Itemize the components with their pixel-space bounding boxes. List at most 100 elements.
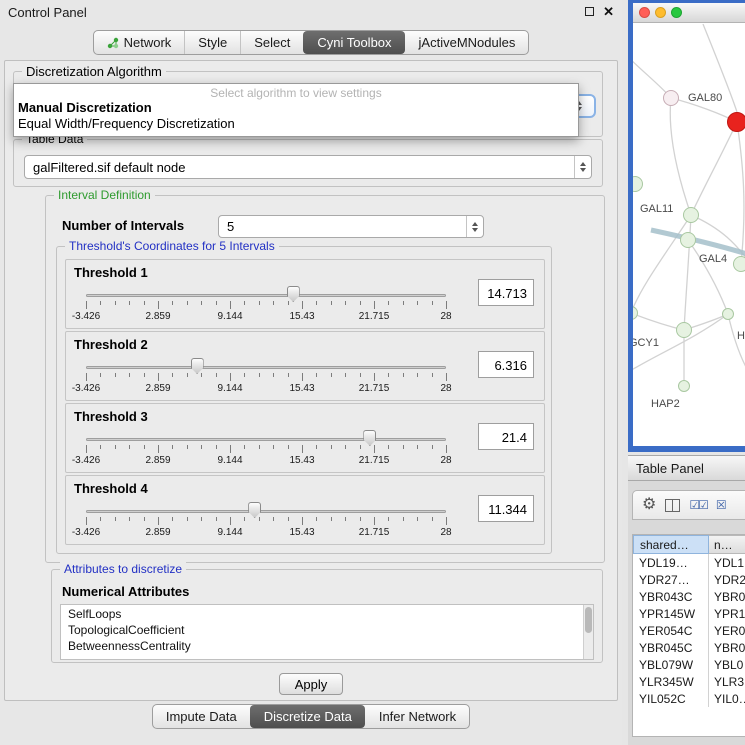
table-data-combo[interactable]: galFiltered.sif default node [24,155,592,179]
cell-shared-name[interactable]: YDR27… [633,571,709,588]
cyni-toolbox-panel: Discretization Algorithm Select algorith… [4,60,618,701]
cell-name[interactable]: YLR3… [709,673,745,690]
float-window-icon[interactable] [585,7,594,16]
tab-impute-data[interactable]: Impute Data [153,705,250,728]
tab-jactivemodules[interactable]: jActiveMNodules [405,31,529,54]
tab-discretize-data[interactable]: Discretize Data [250,705,365,728]
tick-mark [360,373,361,377]
network-titlebar[interactable] [633,3,745,23]
attribute-list-item[interactable]: SelfLoops [61,606,583,622]
network-node[interactable] [663,90,679,106]
tab-cyni-toolbox[interactable]: Cyni Toolbox [303,31,404,54]
cell-shared-name[interactable]: YBR045C [633,639,709,656]
cell-name[interactable]: YBL0… [709,656,745,673]
slider-thumb[interactable] [248,502,261,518]
threshold-3-slider[interactable]: -3.4262.8599.14415.4321.71528 [86,430,446,470]
scale-label: 9.144 [217,455,242,466]
cell-shared-name[interactable]: YBR043C [633,588,709,605]
table-row[interactable]: YBL079WYBL0… [633,656,745,673]
scale-label: 21.715 [359,455,390,466]
column-header-shared-name[interactable]: shared… [633,535,709,554]
threshold-2-panel: Threshold 2 -3.4262.8599.14415.4321.7152… [65,331,545,401]
dropdown-option-manual-discretization[interactable]: Manual Discretization [14,100,578,116]
cell-name[interactable]: YPR1… [709,605,745,622]
show-all-columns-icon[interactable]: ☑☑ [689,498,707,512]
threshold-1-value-input[interactable]: 14.713 [478,279,534,306]
attribute-list-item[interactable]: BetweennessCentrality [61,638,583,654]
columns-icon[interactable] [665,499,680,512]
tick-mark [417,373,418,377]
tab-network[interactable]: Network [94,31,185,54]
cell-name[interactable]: YER0… [709,622,745,639]
minimize-traffic-light[interactable] [655,7,666,18]
cell-shared-name[interactable]: YLR345W [633,673,709,690]
tab-cyni-toolbox-label: Cyni Toolbox [317,35,391,50]
cell-name[interactable]: YIL0… [709,690,745,707]
tick-mark [403,373,404,377]
tick-mark [403,301,404,305]
attribute-list-item[interactable]: TopologicalCoefficient [61,622,583,638]
apply-button[interactable]: Apply [279,673,343,695]
threshold-3-value-input[interactable]: 21.4 [478,423,534,450]
tick-mark [144,445,145,449]
slider-track[interactable] [86,510,446,513]
tab-style[interactable]: Style [184,31,240,54]
network-canvas[interactable]: GAL80GAL11GAL4GCY1HAP2H [633,24,745,446]
cell-name[interactable]: YDR2… [709,571,745,588]
threshold-4-slider[interactable]: -3.4262.8599.14415.4321.71528 [86,502,446,542]
network-node[interactable] [727,112,745,132]
hide-columns-icon[interactable]: ☒ [716,498,725,512]
table-row[interactable]: YIL052CYIL0… [633,690,745,707]
table-row[interactable]: YBR043CYBR0… [633,588,745,605]
tick-mark [288,517,289,521]
table-row[interactable]: YDR27…YDR2… [633,571,745,588]
scrollbar-thumb[interactable] [585,607,592,633]
tick-mark [360,517,361,521]
slider-thumb[interactable] [363,430,376,446]
cell-name[interactable]: YBR0… [709,588,745,605]
table-row[interactable]: YER054CYER0… [633,622,745,639]
network-node[interactable] [676,322,692,338]
cell-name[interactable]: YDL1… [709,554,745,571]
threshold-1-slider[interactable]: -3.4262.8599.14415.4321.71528 [86,286,446,326]
tick-mark [201,445,202,449]
slider-track[interactable] [86,366,446,369]
threshold-2-value-input[interactable]: 6.316 [478,351,534,378]
table-row[interactable]: YPR145WYPR1… [633,605,745,622]
cell-shared-name[interactable]: YBL079W [633,656,709,673]
dropdown-option-equal-width-frequency[interactable]: Equal Width/Frequency Discretization [14,116,578,132]
threshold-4-value-input[interactable]: 11.344 [478,495,534,522]
table-panel-header: Table Panel [628,455,745,481]
tab-select[interactable]: Select [240,31,303,54]
slider-thumb[interactable] [191,358,204,374]
tab-infer-network[interactable]: Infer Network [365,705,469,728]
cell-shared-name[interactable]: YPR145W [633,605,709,622]
table-row[interactable]: YLR345WYLR3… [633,673,745,690]
slider-track[interactable] [86,294,446,297]
network-node[interactable] [722,308,734,320]
cell-shared-name[interactable]: YER054C [633,622,709,639]
column-header-name[interactable]: n… [709,535,745,554]
zoom-traffic-light[interactable] [671,7,682,18]
threshold-1-label: Threshold 1 [74,265,148,280]
table-row[interactable]: YDL19…YDL1… [633,554,745,571]
network-node[interactable] [678,380,690,392]
slider-track[interactable] [86,438,446,441]
tick-mark [316,373,317,377]
tick-mark [388,301,389,305]
network-node[interactable] [683,207,699,223]
close-traffic-light[interactable] [639,7,650,18]
cell-name[interactable]: YBR0… [709,639,745,656]
cell-shared-name[interactable]: YIL052C [633,690,709,707]
threshold-2-slider[interactable]: -3.4262.8599.14415.4321.71528 [86,358,446,398]
network-node[interactable] [733,256,745,272]
scrollbar[interactable] [583,605,593,659]
table-row[interactable]: YBR045CYBR0… [633,639,745,656]
gear-icon[interactable]: ⚙ [642,497,656,513]
attribute-items: SelfLoopsTopologicalCoefficientBetweenne… [61,606,583,654]
network-node[interactable] [680,232,696,248]
slider-thumb[interactable] [287,286,300,302]
cell-shared-name[interactable]: YDL19… [633,554,709,571]
close-icon[interactable]: ✕ [603,6,614,17]
num-intervals-combo[interactable]: 5 [218,215,484,238]
